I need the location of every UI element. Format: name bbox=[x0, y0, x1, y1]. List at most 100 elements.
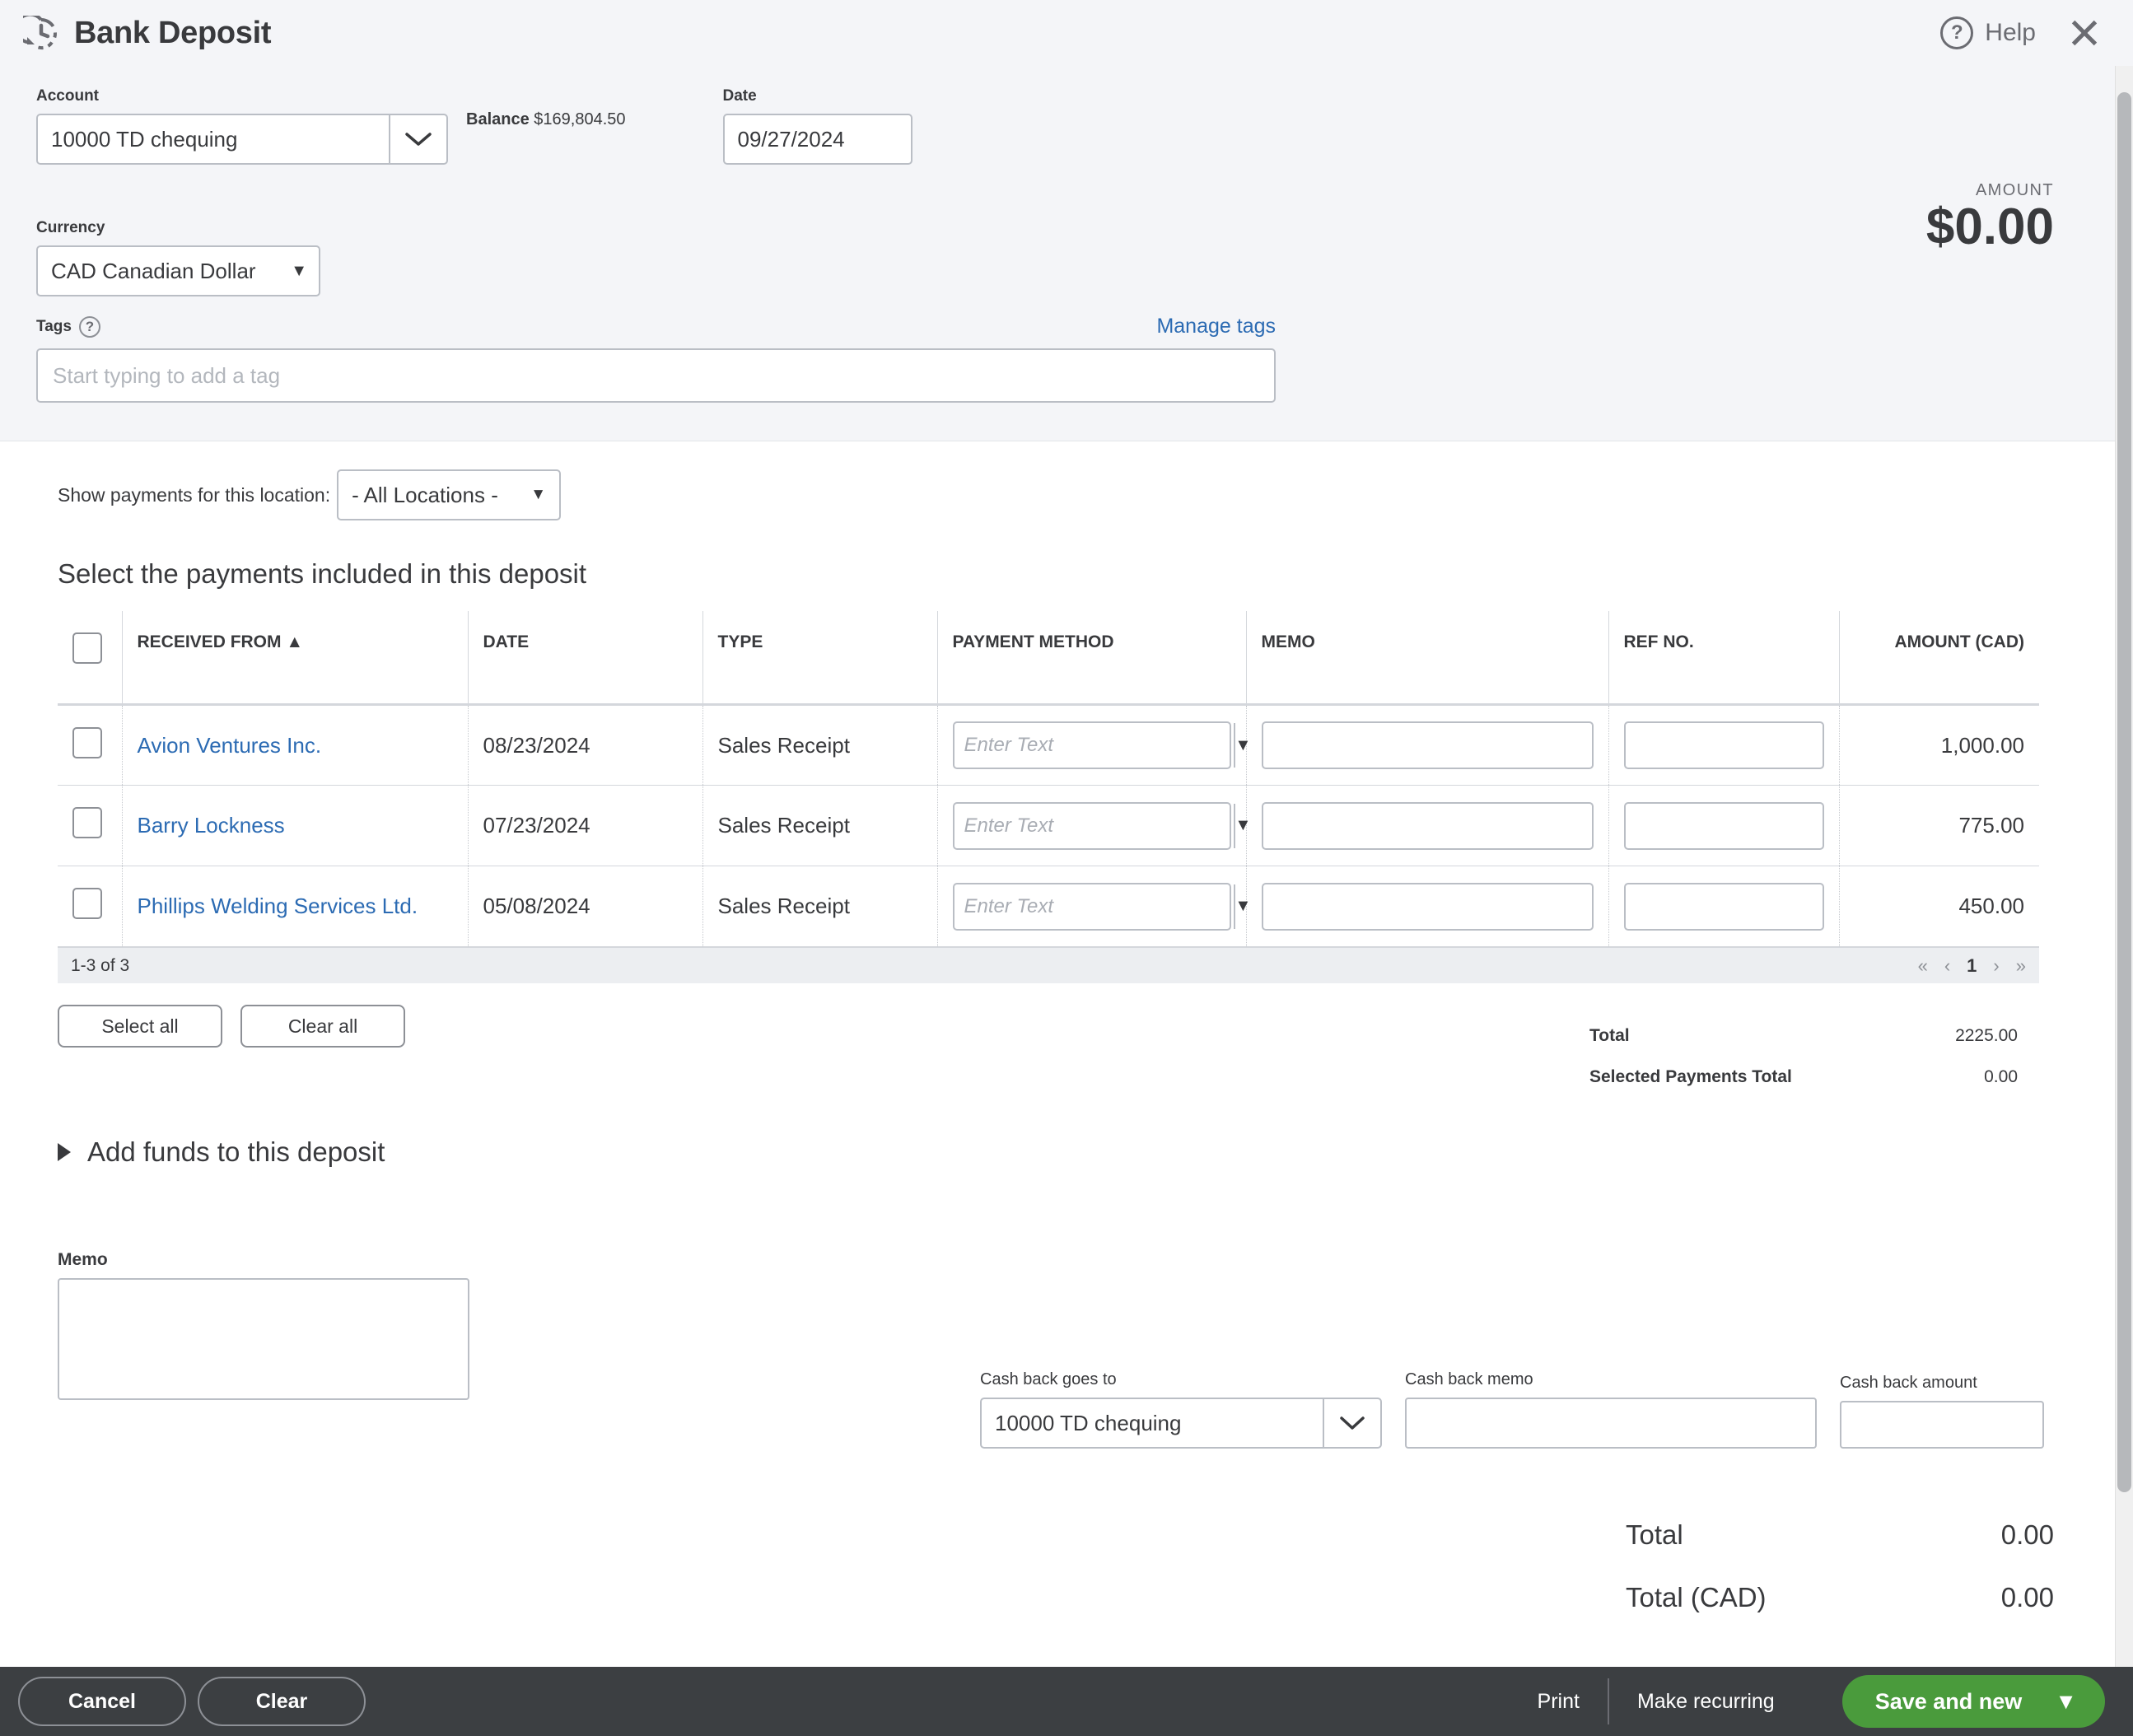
page-title: Bank Deposit bbox=[74, 15, 272, 50]
table-row: Avion Ventures Inc. 08/23/2024 Sales Rec… bbox=[58, 704, 2039, 786]
tags-input[interactable] bbox=[36, 348, 1276, 403]
customer-link[interactable]: Barry Lockness bbox=[138, 813, 285, 838]
account-input[interactable] bbox=[38, 115, 389, 163]
ref-no-input[interactable] bbox=[1623, 882, 1824, 931]
caret-down-icon[interactable]: ▼ bbox=[2055, 1689, 2077, 1715]
help-label: Help bbox=[1985, 19, 2036, 46]
row-checkbox[interactable] bbox=[72, 888, 102, 919]
table-row: Barry Lockness 07/23/2024 Sales Receipt … bbox=[58, 785, 2039, 866]
cash-back-memo-group: Cash back memo bbox=[1405, 1370, 1817, 1449]
cash-back-memo-input[interactable] bbox=[1405, 1398, 1817, 1449]
table-pager: 1-3 of 3 « ‹ 1 › » bbox=[58, 947, 2039, 983]
payment-method-input[interactable] bbox=[954, 723, 1234, 768]
pager-last-button[interactable]: » bbox=[2016, 955, 2026, 977]
payment-method-dropdown-button[interactable]: ▼ bbox=[1233, 803, 1251, 848]
cell-amount: 775.00 bbox=[1838, 785, 2039, 866]
deposit-header-panel: Account Balance $169,804.50 Date AMOUNT … bbox=[0, 66, 2133, 441]
currency-field-group: Currency CAD Canadian Dollar ▼ bbox=[36, 219, 320, 296]
payment-method-combobox[interactable]: ▼ bbox=[952, 721, 1251, 769]
column-header-date[interactable]: DATE bbox=[467, 611, 702, 706]
ref-no-input[interactable] bbox=[1623, 721, 1824, 769]
column-header-payment-method[interactable]: PAYMENT METHOD bbox=[936, 611, 1246, 706]
column-header-type[interactable]: TYPE bbox=[702, 611, 937, 706]
row-checkbox[interactable] bbox=[72, 726, 102, 758]
selected-payments-total-row: Selected Payments Total 0.00 bbox=[1589, 1067, 2018, 1087]
selected-payments-total-label: Selected Payments Total bbox=[1589, 1067, 1792, 1086]
balance-label: Balance bbox=[466, 110, 530, 128]
cash-back-account-value: 10000 TD chequing bbox=[995, 1410, 1182, 1435]
cancel-button[interactable]: Cancel bbox=[18, 1677, 186, 1726]
account-combobox[interactable] bbox=[36, 114, 448, 165]
pager-first-button[interactable]: « bbox=[1918, 955, 1928, 977]
pager-current-page[interactable]: 1 bbox=[1967, 955, 1977, 977]
date-label: Date bbox=[722, 87, 757, 105]
cash-back-account-combobox[interactable]: 10000 TD chequing bbox=[980, 1398, 1382, 1449]
close-icon[interactable] bbox=[2065, 14, 2103, 52]
add-funds-expander[interactable]: Add funds to this deposit bbox=[58, 1136, 2097, 1168]
grand-total-value: 0.00 bbox=[2000, 1519, 2054, 1550]
cash-back-memo-label: Cash back memo bbox=[1405, 1370, 1533, 1388]
help-button[interactable]: ? Help bbox=[1940, 16, 2036, 49]
customer-link[interactable]: Avion Ventures Inc. bbox=[138, 733, 322, 758]
memo-input[interactable] bbox=[1261, 721, 1594, 769]
payment-method-dropdown-button[interactable]: ▼ bbox=[1233, 723, 1251, 768]
cell-date: 08/23/2024 bbox=[467, 704, 702, 786]
column-header-amount[interactable]: AMOUNT (CAD) bbox=[1838, 611, 2039, 706]
payment-method-dropdown-button[interactable]: ▼ bbox=[1233, 884, 1251, 929]
column-header-received-from[interactable]: RECEIVED FROM ▲ bbox=[121, 611, 468, 706]
pager-next-button[interactable]: › bbox=[1993, 955, 1999, 977]
grand-total-cad-label: Total (CAD) bbox=[1626, 1582, 1767, 1612]
cell-date: 05/08/2024 bbox=[467, 866, 702, 947]
payments-body: Show payments for this location: - All L… bbox=[0, 441, 2133, 1404]
location-select[interactable]: - All Locations - ▼ bbox=[337, 469, 562, 520]
pager-count: 1-3 of 3 bbox=[71, 955, 130, 975]
page-scrollbar-thumb[interactable] bbox=[2117, 92, 2131, 1492]
cash-back-row: Cash back goes to 10000 TD chequing Cash… bbox=[980, 1370, 2044, 1449]
clear-button[interactable]: Clear bbox=[198, 1677, 366, 1726]
memo-input[interactable] bbox=[1261, 882, 1594, 931]
payments-total-row: Total 2225.00 bbox=[1589, 1026, 2018, 1046]
balance-value: $169,804.50 bbox=[534, 110, 626, 128]
tags-help-icon[interactable]: ? bbox=[78, 315, 100, 338]
footer-links: Print Make recurring Save and new ▼ bbox=[1510, 1675, 2115, 1728]
amount-label: AMOUNT bbox=[1975, 181, 2054, 199]
pager-nav: « ‹ 1 › » bbox=[1918, 955, 2026, 977]
header-checkbox[interactable] bbox=[72, 632, 102, 664]
cell-ref-no bbox=[1608, 866, 1839, 947]
memo-label: Memo bbox=[58, 1250, 108, 1269]
date-input[interactable] bbox=[722, 114, 912, 165]
window-title-bar: Bank Deposit ? Help bbox=[0, 0, 2133, 66]
payment-method-input[interactable] bbox=[954, 884, 1234, 929]
cell-received-from: Barry Lockness bbox=[121, 785, 468, 866]
payment-method-combobox[interactable]: ▼ bbox=[952, 882, 1251, 931]
caret-down-icon: ▼ bbox=[291, 261, 307, 280]
column-header-memo[interactable]: MEMO bbox=[1245, 611, 1608, 706]
ref-no-input[interactable] bbox=[1623, 801, 1824, 850]
payment-method-input[interactable] bbox=[954, 803, 1234, 848]
customer-link[interactable]: Phillips Welding Services Ltd. bbox=[138, 894, 418, 918]
save-and-new-button[interactable]: Save and new ▼ bbox=[1841, 1675, 2105, 1728]
cash-back-account-dropdown-button[interactable] bbox=[1323, 1399, 1380, 1447]
clear-all-button[interactable]: Clear all bbox=[240, 1005, 405, 1048]
cell-ref-no bbox=[1608, 704, 1839, 786]
memo-textarea[interactable] bbox=[58, 1278, 469, 1400]
location-filter-row: Show payments for this location: - All L… bbox=[36, 469, 2097, 520]
select-all-button[interactable]: Select all bbox=[58, 1005, 222, 1048]
cell-received-from: Phillips Welding Services Ltd. bbox=[121, 866, 468, 947]
column-header-ref-no[interactable]: REF NO. bbox=[1608, 611, 1839, 706]
pager-prev-button[interactable]: ‹ bbox=[1944, 955, 1950, 977]
payment-method-combobox[interactable]: ▼ bbox=[952, 801, 1251, 850]
currency-select[interactable]: CAD Canadian Dollar ▼ bbox=[36, 245, 320, 296]
print-link[interactable]: Print bbox=[1510, 1690, 1608, 1714]
row-checkbox[interactable] bbox=[72, 807, 102, 838]
save-and-new-label: Save and new bbox=[1874, 1688, 2023, 1714]
payments-total-value: 2225.00 bbox=[1955, 1026, 2018, 1045]
cash-back-amount-input[interactable] bbox=[1840, 1401, 2044, 1449]
make-recurring-link[interactable]: Make recurring bbox=[1609, 1690, 1803, 1714]
tags-label-group: Tags ? bbox=[36, 315, 100, 338]
manage-tags-link[interactable]: Manage tags bbox=[1156, 315, 1276, 338]
memo-input[interactable] bbox=[1261, 801, 1594, 850]
column-label: RECEIVED FROM bbox=[137, 632, 282, 651]
payments-total-label: Total bbox=[1589, 1026, 1630, 1045]
account-dropdown-button[interactable] bbox=[389, 115, 446, 163]
